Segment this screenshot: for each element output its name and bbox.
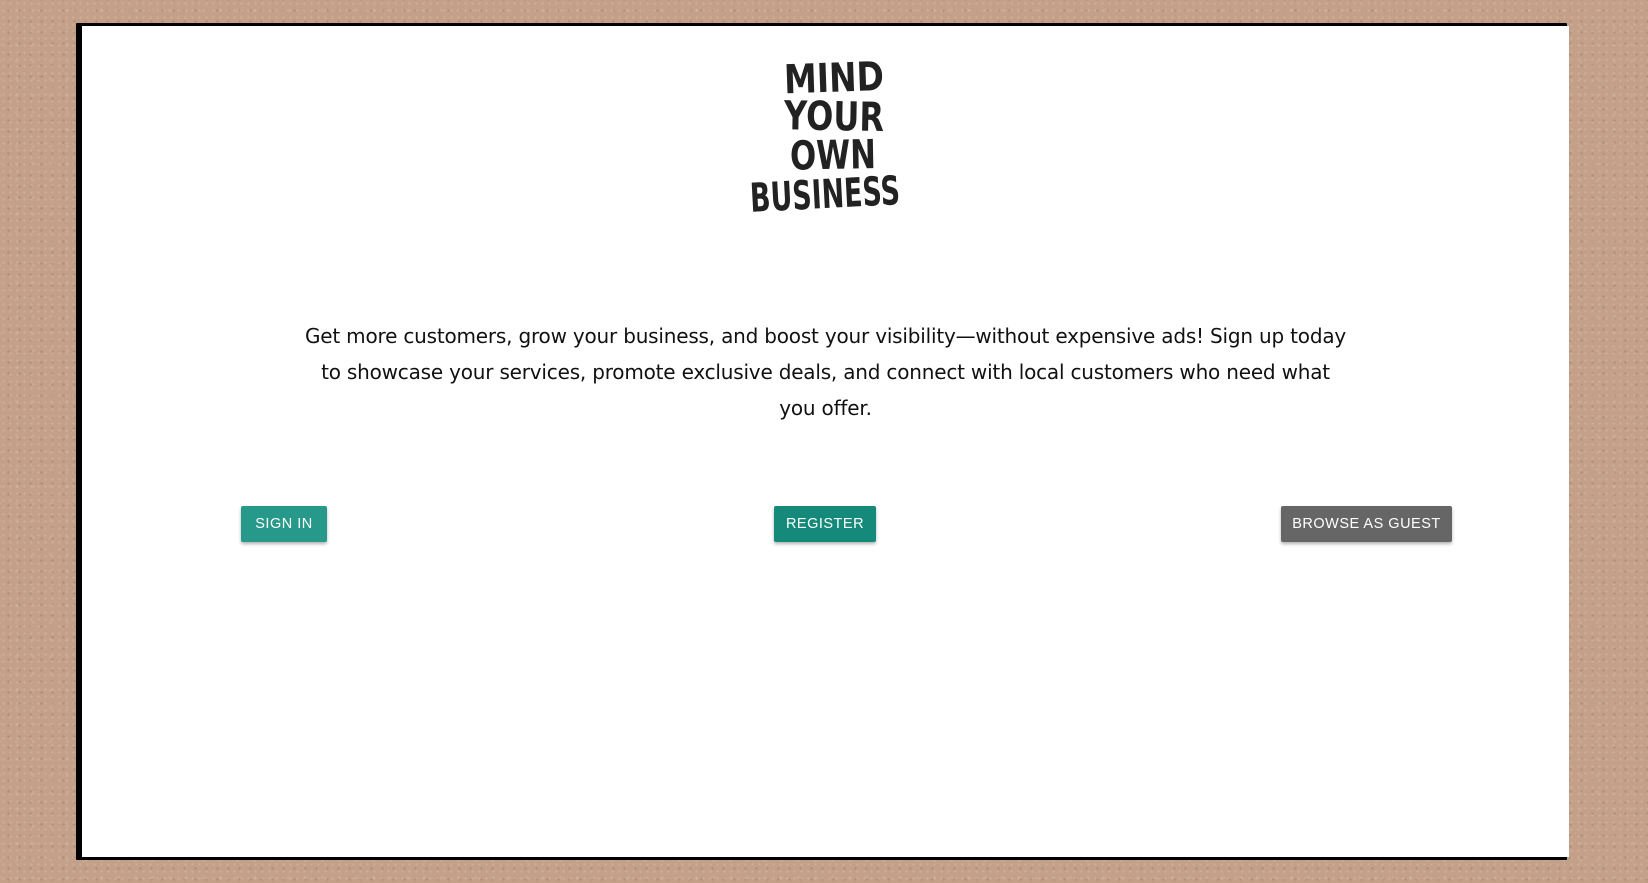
register-button[interactable]: REGISTER: [774, 506, 876, 542]
brand-logo-artwork: MIND YOUR OWN BUSINESS: [749, 54, 901, 218]
sign-in-button[interactable]: SIGN IN: [241, 506, 327, 542]
brand-logo: MIND YOUR OWN BUSINESS: [740, 50, 910, 218]
browse-as-guest-button[interactable]: BROWSE AS GUEST: [1281, 506, 1452, 542]
intro-text: Get more customers, grow your business, …: [304, 324, 1347, 420]
logo-line-4: BUSINESS: [749, 168, 901, 218]
